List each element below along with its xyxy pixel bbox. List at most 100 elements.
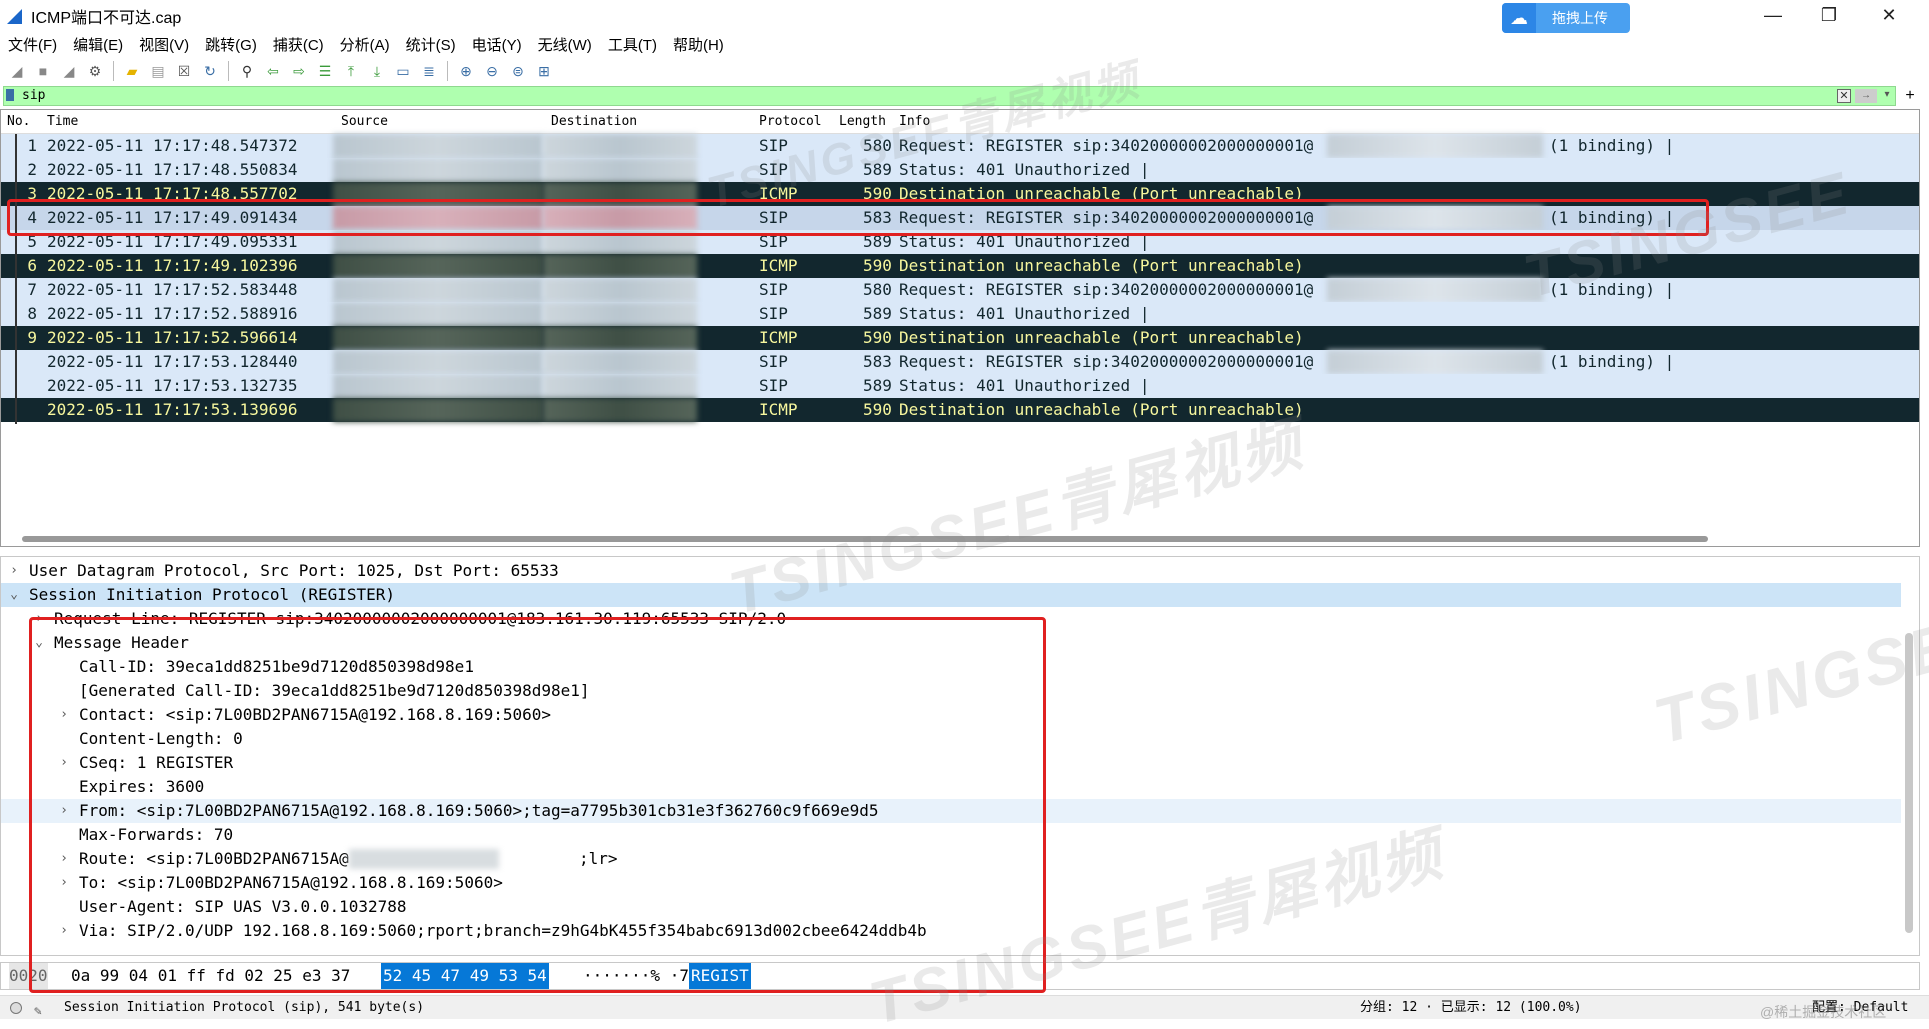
packet-row[interactable]: 5 2022-05-11 17:17:49.095331 SIP 589 Status:… xyxy=(1,230,1919,254)
detail-line[interactable]: › Contact: <sip:7L00BD2PAN6715A@192.168.8… xyxy=(1,703,1901,727)
menu-analyze[interactable]: 分析(A) xyxy=(332,34,398,55)
packet-row[interactable]: 2022-05-11 17:17:53.139696 ICMP 590 Destina… xyxy=(1,398,1919,422)
column-info[interactable]: Info xyxy=(899,114,930,129)
packet-list-horizontal-scrollbar[interactable] xyxy=(22,536,1708,542)
ascii-bytes-selected[interactable]: REGIST xyxy=(689,963,751,989)
menu-tools[interactable]: 工具(T) xyxy=(600,34,665,55)
detail-line[interactable]: › To: <sip:7L00BD2PAN6715A@192.168.8.169:… xyxy=(1,871,1901,895)
maximize-button[interactable]: ❐ xyxy=(1801,0,1857,30)
detail-text: Content-Length: 0 xyxy=(79,729,243,748)
menu-help[interactable]: 帮助(H) xyxy=(665,34,732,55)
packet-row[interactable]: 8 2022-05-11 17:17:52.588916 SIP 589 Status:… xyxy=(1,302,1919,326)
first-packet-icon[interactable]: ⤒ xyxy=(340,60,362,82)
reload-icon[interactable]: ↻ xyxy=(199,60,221,82)
apply-filter-button[interactable]: → xyxy=(1855,89,1877,103)
menu-telephony[interactable]: 电话(Y) xyxy=(464,34,530,55)
add-filter-button[interactable]: + xyxy=(1900,86,1920,106)
expand-arrow-icon[interactable]: › xyxy=(57,919,71,943)
packet-binding: (1 binding) | xyxy=(1549,208,1675,227)
resize-columns-icon[interactable]: ⊞ xyxy=(533,60,555,82)
close-button[interactable]: ✕ xyxy=(1861,0,1917,30)
column-time[interactable]: Time xyxy=(47,114,78,129)
save-file-icon[interactable]: ▤ xyxy=(147,60,169,82)
detail-line[interactable]: › User Datagram Protocol, Src Port: 1025,… xyxy=(1,559,1901,583)
detail-line[interactable]: › Route: <sip:7L00BD2PAN6715A@ ;lr> xyxy=(1,847,1901,871)
detail-line[interactable]: [Generated Call-ID: 39eca1dd8251be9d7120… xyxy=(1,679,1901,703)
expand-arrow-icon[interactable]: › xyxy=(57,751,71,775)
detail-line[interactable]: › Via: SIP/2.0/UDP 192.168.8.169:5060;rpo… xyxy=(1,919,1901,943)
detail-text: Message Header xyxy=(54,633,189,652)
collapse-arrow-icon[interactable]: ⌄ xyxy=(32,631,46,655)
packet-row[interactable]: 2022-05-11 17:17:53.128440 SIP 583 Request:… xyxy=(1,350,1919,374)
menu-go[interactable]: 跳转(G) xyxy=(197,34,265,55)
normal-size-icon[interactable]: ⊜ xyxy=(507,60,529,82)
detail-line[interactable]: Call-ID: 39eca1dd8251be9d7120d850398d98e… xyxy=(1,655,1901,679)
packet-row[interactable]: 9 2022-05-11 17:17:52.596614 ICMP 590 Destin… xyxy=(1,326,1919,350)
packet-row[interactable]: 4 2022-05-11 17:17:49.091434 SIP 583 Request… xyxy=(1,206,1919,230)
menu-edit[interactable]: 编辑(E) xyxy=(65,34,131,55)
back-arrow-icon[interactable]: ⇦ xyxy=(262,60,284,82)
packet-row[interactable]: 2 2022-05-11 17:17:48.550834 SIP 589 Status:… xyxy=(1,158,1919,182)
column-length[interactable]: Length xyxy=(839,114,886,129)
restart-icon[interactable]: ◢ xyxy=(58,60,80,82)
hex-bytes[interactable]: 0a 99 04 01 ff fd 02 25 e3 37 xyxy=(71,963,350,989)
last-packet-icon[interactable]: ⤓ xyxy=(366,60,388,82)
expand-arrow-icon[interactable]: › xyxy=(32,607,46,631)
packet-row[interactable]: 6 2022-05-11 17:17:49.102396 ICMP 590 Destin… xyxy=(1,254,1919,278)
zoom-in-icon[interactable]: ⊕ xyxy=(455,60,477,82)
detail-line[interactable]: Max-Forwards: 70 xyxy=(1,823,1901,847)
details-vertical-scrollbar[interactable] xyxy=(1905,633,1913,933)
packet-info: Request: REGISTER sip:340200000020000000… xyxy=(899,208,1314,227)
column-source[interactable]: Source xyxy=(341,114,388,129)
menu-wireless[interactable]: 无线(W) xyxy=(530,34,600,55)
autoscroll-icon[interactable]: ▭ xyxy=(392,60,414,82)
close-file-icon[interactable]: ☒ xyxy=(173,60,195,82)
edit-comment-icon[interactable]: ✎ xyxy=(34,1000,42,1024)
column-destination[interactable]: Destination xyxy=(551,114,637,129)
expand-arrow-icon[interactable]: › xyxy=(57,847,71,871)
expand-arrow-icon[interactable]: › xyxy=(57,799,71,823)
menu-view[interactable]: 视图(V) xyxy=(131,34,197,55)
expand-arrow-icon[interactable]: › xyxy=(57,703,71,727)
menu-capture[interactable]: 捕获(C) xyxy=(265,34,332,55)
forward-arrow-icon[interactable]: ⇨ xyxy=(288,60,310,82)
packet-row[interactable]: 7 2022-05-11 17:17:52.583448 SIP 580 Request… xyxy=(1,278,1919,302)
detail-line[interactable]: › CSeq: 1 REGISTER xyxy=(1,751,1901,775)
options-gear-icon[interactable]: ⚙ xyxy=(84,60,106,82)
find-icon[interactable]: ⚲ xyxy=(236,60,258,82)
clear-filter-button[interactable]: ✕ xyxy=(1837,89,1851,103)
expand-arrow-icon[interactable]: › xyxy=(57,871,71,895)
minimize-button[interactable]: — xyxy=(1745,0,1801,30)
detail-line[interactable]: ⌄ Session Initiation Protocol (REGISTER) xyxy=(1,583,1901,607)
column-protocol[interactable]: Protocol xyxy=(759,114,822,129)
menu-file[interactable]: 文件(F) xyxy=(0,34,65,55)
packet-info: Destination unreachable (Port unreachabl… xyxy=(899,328,1304,347)
colorize-icon[interactable]: ≣ xyxy=(418,60,440,82)
filter-history-dropdown[interactable]: ▾ xyxy=(1881,89,1893,103)
display-filter-input[interactable]: sip xyxy=(3,86,1896,106)
packet-time: 2022-05-11 17:17:49.091434 xyxy=(47,208,298,227)
packet-row[interactable]: 1 2022-05-11 17:17:48.547372 SIP 580 Request… xyxy=(1,134,1919,158)
expert-info-icon[interactable] xyxy=(10,1002,22,1014)
detail-line[interactable]: Expires: 3600 xyxy=(1,775,1901,799)
column-no[interactable]: No. xyxy=(7,114,30,129)
expand-arrow-icon[interactable]: › xyxy=(7,559,21,583)
open-folder-icon[interactable]: ▰ xyxy=(121,60,143,82)
detail-line[interactable]: ⌄ Message Header xyxy=(1,631,1901,655)
shark-fin-start-icon[interactable]: ◢ xyxy=(6,60,28,82)
detail-line[interactable]: Content-Length: 0 xyxy=(1,727,1901,751)
detail-line[interactable]: User-Agent: SIP UAS V3.0.0.1032788 xyxy=(1,895,1901,919)
packet-row[interactable]: 3 2022-05-11 17:17:48.557702 ICMP 590 Destin… xyxy=(1,182,1919,206)
detail-line[interactable]: › From: <sip:7L00BD2PAN6715A@192.168.8.16… xyxy=(1,799,1901,823)
bookmark-icon[interactable] xyxy=(6,89,14,101)
detail-line[interactable]: › Request-Line: REGISTER sip:340200000020… xyxy=(1,607,1901,631)
menu-statistics[interactable]: 统计(S) xyxy=(398,34,464,55)
ascii-bytes[interactable]: ·······% ·7 xyxy=(583,963,689,989)
zoom-out-icon[interactable]: ⊖ xyxy=(481,60,503,82)
collapse-arrow-icon[interactable]: ⌄ xyxy=(7,583,21,607)
packet-row[interactable]: 2022-05-11 17:17:53.132735 SIP 589 Status: … xyxy=(1,374,1919,398)
goto-packet-icon[interactable]: ☰ xyxy=(314,60,336,82)
stop-icon[interactable]: ■ xyxy=(32,60,54,82)
upload-button[interactable]: ☁ 拖拽上传 xyxy=(1502,3,1630,33)
hex-bytes-selected[interactable]: 52 45 47 49 53 54 xyxy=(381,963,549,989)
